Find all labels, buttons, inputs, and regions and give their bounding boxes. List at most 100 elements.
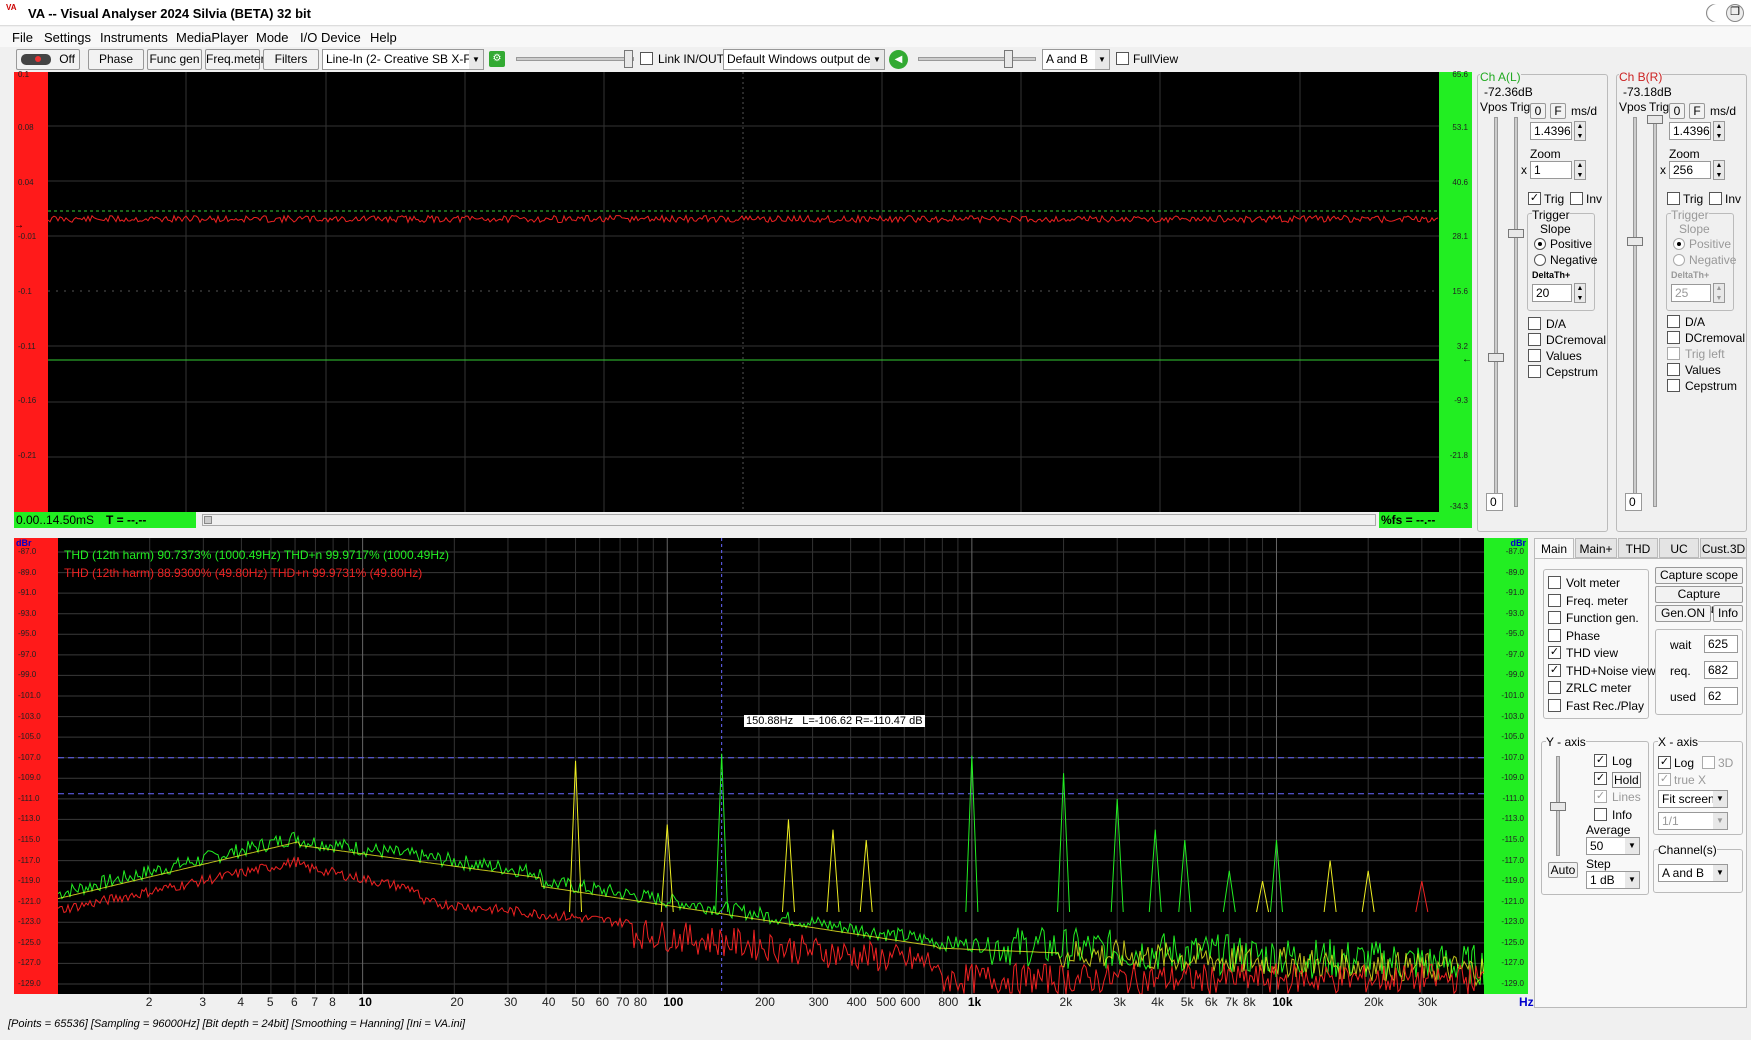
input-device-select[interactable]: Line-In (2- Creative SB X-Fi) ▼ [322,49,484,70]
zoom-input[interactable]: 256 [1669,161,1711,179]
capture-spectrum-button[interactable]: Capture spectrum [1655,586,1743,616]
deltath-input[interactable]: 20 [1532,284,1572,302]
dcremoval-checkbox[interactable] [1528,333,1541,346]
input-monitor-icon[interactable]: ⚙ [489,51,505,67]
positive-radio[interactable] [1673,238,1685,250]
instrument-checkbox[interactable] [1548,681,1561,694]
step-select[interactable]: 1 dB ▼ [1586,871,1640,889]
instrument-checkbox[interactable] [1548,576,1561,589]
trigger-arrow-icon[interactable]: → [14,220,24,231]
y-info-checkbox[interactable] [1594,808,1607,821]
x-log-checkbox[interactable]: ✓ [1658,756,1671,769]
tab-thd[interactable]: THD [1618,538,1658,558]
zoom-spinner[interactable]: ▲ ▼ [1574,160,1586,180]
cepstrum-checkbox[interactable] [1667,379,1680,392]
lines-checkbox[interactable]: ✓ [1594,790,1607,803]
scope-scrollbar[interactable] [202,514,1376,526]
trig-slider[interactable] [1653,117,1657,507]
zero-button[interactable]: 0 [1530,103,1546,119]
negative-radio[interactable] [1673,254,1685,266]
positive-radio[interactable] [1534,238,1546,250]
instrument-checkbox[interactable]: ✓ [1548,663,1561,677]
cepstrum-checkbox[interactable] [1528,365,1541,378]
power-button[interactable]: Off [16,49,80,70]
dcremoval-checkbox[interactable] [1667,331,1680,344]
instrument-checkbox[interactable]: ✓ [1548,646,1561,659]
instrument-checkbox[interactable] [1548,593,1561,607]
menu-mediaplayer[interactable]: MediaPlayer [176,30,248,45]
trig-thumb[interactable] [1508,229,1524,238]
func-gen-button[interactable]: Func gen [147,49,202,70]
vpos-slider[interactable] [1633,117,1637,507]
menu-settings[interactable]: Settings [44,30,91,45]
ms-per-div-input[interactable]: 1.4396 [1669,122,1711,140]
close-button[interactable] [1708,4,1726,22]
instrument-checkbox[interactable] [1548,628,1561,642]
fit-screen-select[interactable]: Fit screen ▼ [1658,790,1728,808]
menu-help[interactable]: Help [370,30,397,45]
f-button[interactable]: F [1550,103,1566,119]
ms-per-div-spinner[interactable]: ▲ ▼ [1713,121,1725,141]
auto-button[interactable]: Auto [1548,862,1578,878]
menu-mode[interactable]: Mode [256,30,289,45]
trig-thumb[interactable] [1647,115,1663,124]
freq-meter-button[interactable]: Freq.meter [205,49,265,70]
ratio-select[interactable]: 1/1 ▼ [1658,812,1728,830]
values-checkbox[interactable] [1667,363,1680,376]
inv-checkbox[interactable] [1709,192,1722,205]
trig-slider[interactable] [1514,117,1518,507]
trigleft-checkbox[interactable] [1667,347,1680,360]
input-volume-slider[interactable] [516,57,634,61]
3d-checkbox[interactable] [1702,756,1715,769]
average-select[interactable]: 50 ▼ [1586,837,1640,855]
instrument-checkbox[interactable] [1548,611,1561,624]
trig-checkbox[interactable]: ✓ [1528,192,1541,205]
info-button[interactable]: Info [1713,605,1743,622]
zero-button[interactable]: 0 [1669,103,1685,119]
gen-on-button[interactable]: Gen.ON [1655,605,1711,622]
menu-file[interactable]: File [12,30,33,45]
output-volume-thumb[interactable] [1004,50,1013,68]
deltath-spinner[interactable]: ▲ ▼ [1713,283,1725,303]
phase-button[interactable]: Phase [88,49,144,70]
inv-checkbox[interactable] [1570,192,1583,205]
spectrum-display[interactable]: THD (12th harm) 90.7373% (1000.49Hz) THD… [58,538,1484,994]
da-checkbox[interactable] [1667,315,1680,328]
deltath-input[interactable]: 25 [1671,284,1711,302]
output-device-select[interactable]: Default Windows output devic ▼ [723,49,885,70]
ms-per-div-input[interactable]: 1.4396 [1530,122,1572,140]
menu-io-device[interactable]: I/O Device [300,30,361,45]
restore-button-visible[interactable]: ❐ [1726,4,1744,22]
zoom-input[interactable]: 1 [1530,161,1572,179]
input-volume-thumb[interactable] [624,50,633,68]
negative-radio[interactable] [1534,254,1546,266]
tab-main[interactable]: Main [1534,538,1574,558]
tab-main-plus[interactable]: Main+ [1575,538,1617,558]
vpos-thumb[interactable] [1488,353,1504,362]
tab-cust3d[interactable]: Cust.3D [1700,538,1747,558]
zoom-spinner[interactable]: ▲ ▼ [1713,160,1725,180]
vpos-slider[interactable] [1494,117,1498,507]
channels-select[interactable]: A and B ▼ [1658,864,1728,882]
channel-select[interactable]: A and B ▼ [1042,49,1110,70]
deltath-spinner[interactable]: ▲ ▼ [1574,283,1586,303]
da-checkbox[interactable] [1528,317,1541,330]
f-button[interactable]: F [1689,103,1705,119]
instrument-checkbox[interactable] [1548,698,1561,712]
ms-per-div-spinner[interactable]: ▲ ▼ [1574,121,1586,141]
link-io-checkbox[interactable] [640,52,653,65]
y-axis-thumb[interactable] [1550,802,1566,811]
fullview-checkbox[interactable] [1116,52,1129,65]
speaker-icon[interactable]: ◀ [889,50,908,69]
trigger-level-arrow-icon[interactable]: ← [1462,354,1472,365]
oscilloscope-display[interactable] [48,72,1439,512]
truex-checkbox[interactable]: ✓ [1658,773,1671,786]
tab-uc[interactable]: UC [1659,538,1699,558]
values-checkbox[interactable] [1528,349,1541,362]
capture-scope-button[interactable]: Capture scope [1655,567,1743,584]
vpos-thumb[interactable] [1627,237,1643,246]
trig-checkbox[interactable] [1667,192,1680,205]
output-volume-slider[interactable] [918,57,1036,61]
filters-button[interactable]: Filters [263,49,319,70]
y-log-checkbox[interactable]: ✓ [1594,754,1607,767]
